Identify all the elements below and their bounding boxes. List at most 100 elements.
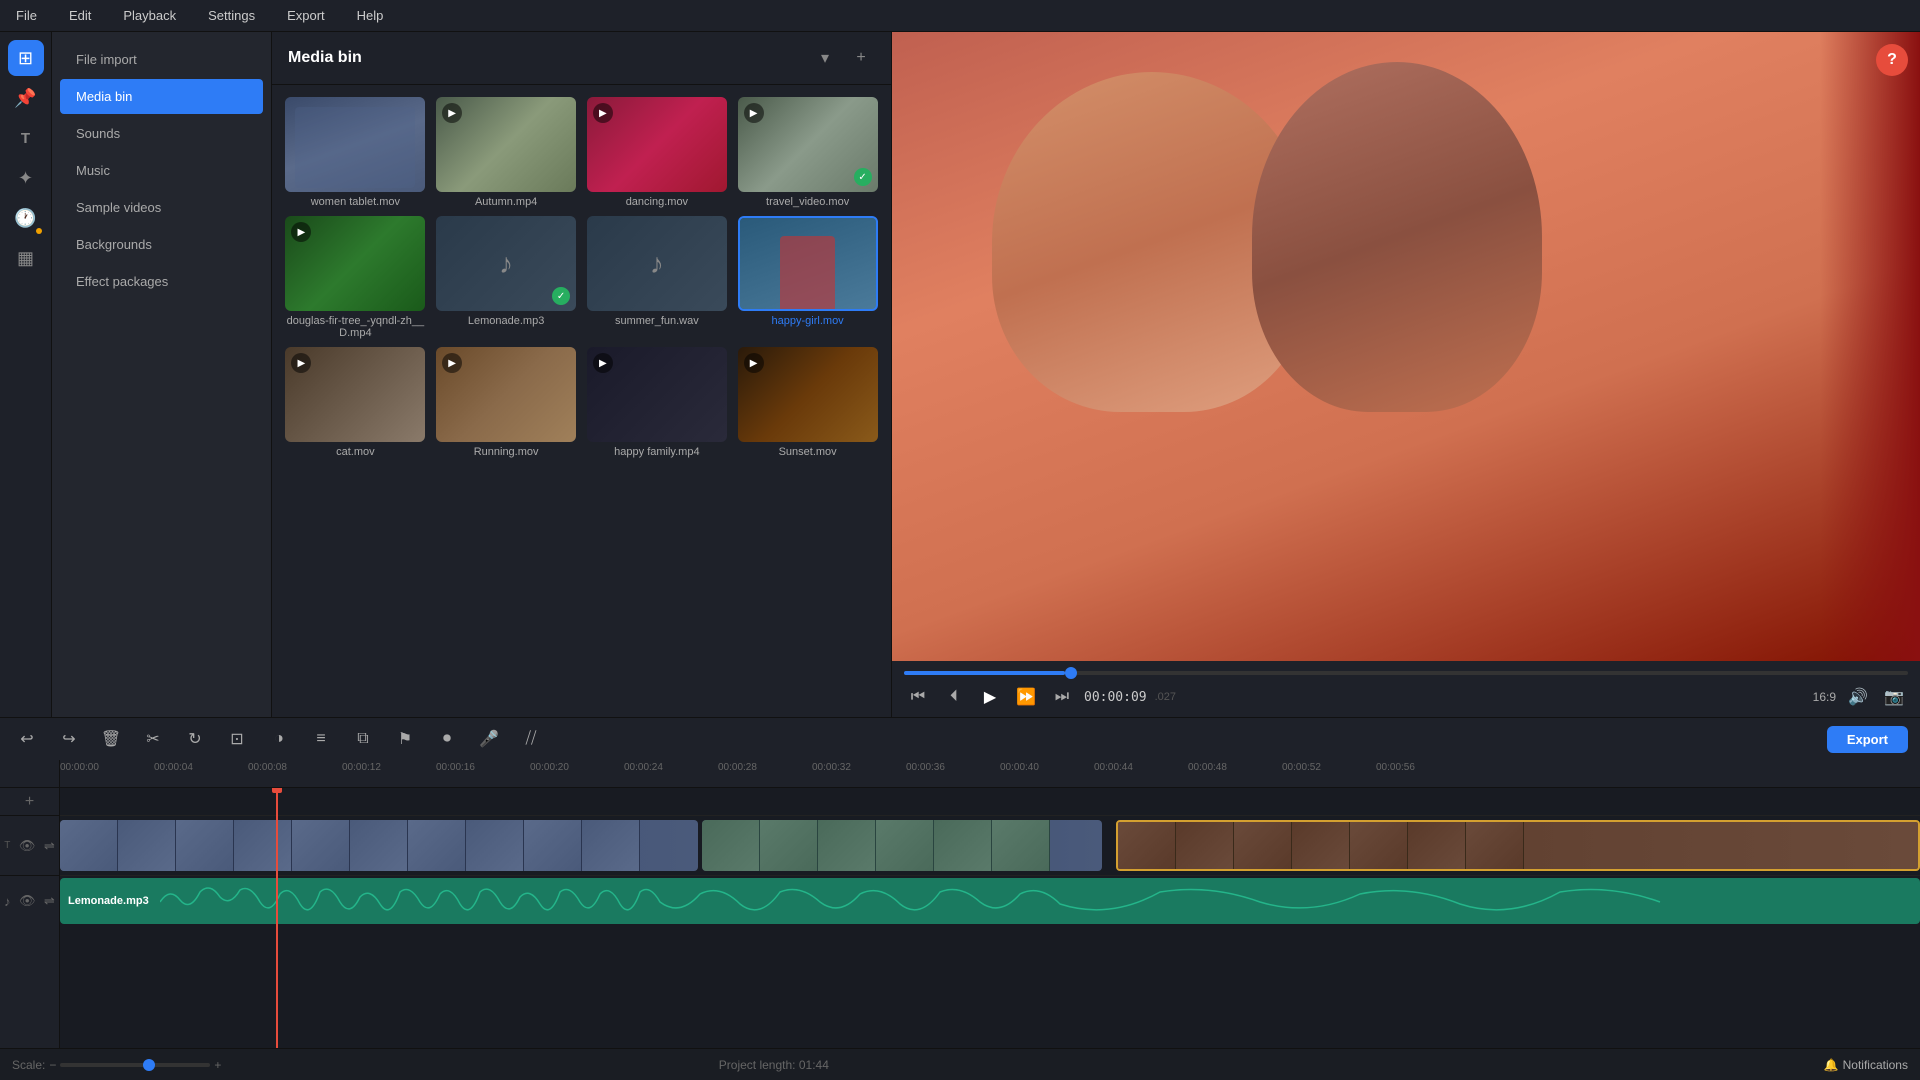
- undo-button[interactable]: ↩: [12, 724, 42, 754]
- mic-button[interactable]: 🎤: [474, 724, 504, 754]
- sidebar-item-file-import[interactable]: File import: [60, 42, 263, 77]
- list-item[interactable]: ▶ Sunset.mov: [736, 347, 879, 458]
- progress-bar[interactable]: [904, 671, 1908, 675]
- scale-plus-icon[interactable]: +: [214, 1058, 221, 1072]
- list-item[interactable]: ▶ ✓ travel_video.mov: [736, 97, 879, 208]
- list-item[interactable]: ▶ ✓ women tablet.mov: [284, 97, 427, 208]
- adjust-button[interactable]: ≡: [306, 724, 336, 754]
- audio-clip[interactable]: Lemonade.mp3: [60, 878, 1920, 924]
- link-audio-icon[interactable]: ⇌: [44, 893, 55, 909]
- play-pause-button[interactable]: ▶: [976, 683, 1004, 711]
- filter-button[interactable]: ▾: [811, 44, 839, 72]
- sidebar-item-sample-videos[interactable]: Sample videos: [60, 190, 263, 225]
- play-icon: ▶: [593, 353, 613, 373]
- notifications-area[interactable]: 🔔 Notifications: [1824, 1058, 1908, 1072]
- export-button[interactable]: Export: [1827, 726, 1908, 753]
- menu-settings[interactable]: Settings: [200, 4, 263, 27]
- crop-button[interactable]: ⊡: [222, 724, 252, 754]
- scale-slider[interactable]: [60, 1063, 210, 1067]
- video-clip-2[interactable]: [702, 820, 1102, 871]
- record-button[interactable]: ⏺: [432, 724, 462, 754]
- scale-thumb[interactable]: [143, 1059, 155, 1071]
- pip-button[interactable]: ⧉: [348, 724, 378, 754]
- ruler-tick: 00:00:32: [812, 762, 906, 787]
- list-item[interactable]: ♪ ✓ Lemonade.mp3: [435, 216, 578, 339]
- video-clip-3[interactable]: [1116, 820, 1920, 871]
- sidebar-item-music[interactable]: Music: [60, 153, 263, 188]
- home-icon-btn[interactable]: ⊞: [8, 40, 44, 76]
- timeline-body: + T 👁 ⇌ ♪ 👁 ⇌: [0, 788, 1920, 1048]
- help-button[interactable]: ?: [1876, 44, 1908, 76]
- media-item-name: Autumn.mp4: [475, 196, 537, 208]
- sidebar-item-backgrounds[interactable]: Backgrounds: [60, 227, 263, 262]
- step-forward-button[interactable]: ⏩: [1012, 683, 1040, 711]
- progress-fill: [904, 671, 1065, 675]
- media-item-name: Lemonade.mp3: [468, 315, 544, 327]
- menu-help[interactable]: Help: [349, 4, 392, 27]
- list-item[interactable]: ▶ happy family.mp4: [586, 347, 729, 458]
- list-item[interactable]: ▶ douglas-fir-tree_-yqndl-zh__D.mp4: [284, 216, 427, 339]
- list-item[interactable]: ▶ Running.mov: [435, 347, 578, 458]
- audio-icon: ♪: [4, 894, 11, 909]
- left-panel: File import Media bin Sounds Music Sampl…: [52, 32, 272, 717]
- ruler-tick: 00:00:40: [1000, 762, 1094, 787]
- list-item[interactable]: ▶ dancing.mov: [586, 97, 729, 208]
- ruler-tick: 00:00:48: [1188, 762, 1282, 787]
- loop-button[interactable]: ↻: [180, 724, 210, 754]
- ruler-tick: 00:00:08: [248, 762, 342, 787]
- sidebar-item-sounds[interactable]: Sounds: [60, 116, 263, 151]
- link-icon[interactable]: ⇌: [44, 838, 55, 854]
- menu-file[interactable]: File: [8, 4, 45, 27]
- volume-icon[interactable]: 🔊: [1844, 683, 1872, 711]
- play-icon: ▶: [442, 353, 462, 373]
- playhead[interactable]: [276, 788, 278, 1048]
- waveform: [160, 882, 1916, 920]
- ruler-tick: 00:00:20: [530, 762, 624, 787]
- video-clip-1[interactable]: [60, 820, 698, 871]
- scale-minus-icon[interactable]: −: [49, 1058, 56, 1072]
- add-track-button[interactable]: +: [25, 793, 34, 811]
- ruler-tick: 00:00:56: [1376, 762, 1470, 787]
- pin-icon-btn[interactable]: 📌: [8, 80, 44, 116]
- sidebar-item-media-bin[interactable]: Media bin: [60, 79, 263, 114]
- menu-edit[interactable]: Edit: [61, 4, 99, 27]
- media-header-actions: ▾ +: [811, 44, 875, 72]
- redo-button[interactable]: ↪: [54, 724, 84, 754]
- list-item[interactable]: ▶ cat.mov: [284, 347, 427, 458]
- cut-button[interactable]: ✂: [138, 724, 168, 754]
- marker-button[interactable]: ⚑: [390, 724, 420, 754]
- list-item[interactable]: ♪ summer_fun.wav: [586, 216, 729, 339]
- control-row: ⏮ ⏴ ▶ ⏩ ⏭ 00:00:09 .027 16:9 🔊 📷: [904, 683, 1908, 711]
- media-item-name: douglas-fir-tree_-yqndl-zh__D.mp4: [285, 315, 425, 339]
- media-item-name: Running.mov: [474, 446, 539, 458]
- menu-export[interactable]: Export: [279, 4, 333, 27]
- music-icon: ♪: [650, 248, 664, 280]
- color-button[interactable]: ◑: [264, 724, 294, 754]
- delete-button[interactable]: 🗑: [96, 724, 126, 754]
- split-button[interactable]: ⧸⧸: [516, 724, 546, 754]
- text-icon-btn[interactable]: T: [8, 120, 44, 156]
- add-media-button[interactable]: +: [847, 44, 875, 72]
- ruler-tick: 00:00:52: [1282, 762, 1376, 787]
- step-back-button[interactable]: ⏴: [940, 683, 968, 711]
- list-item[interactable]: ▶ happy-girl.mov: [736, 216, 879, 339]
- bottom-toolbar: ↩ ↪ 🗑 ✂ ↻ ⊡ ◑ ≡ ⧉ ⚑ ⏺ 🎤 ⧸⧸ Export: [0, 717, 1920, 760]
- preview-video: ?: [892, 32, 1920, 661]
- skip-end-button[interactable]: ⏭: [1048, 683, 1076, 711]
- video-track-label: T: [4, 840, 10, 851]
- progress-thumb[interactable]: [1065, 667, 1077, 679]
- eye-audio-icon[interactable]: 👁: [19, 893, 36, 909]
- media-bin-panel: Media bin ▾ + ▶ ✓: [272, 32, 892, 717]
- eye-icon[interactable]: 👁: [19, 838, 36, 854]
- sidebar-item-effect-packages[interactable]: Effect packages: [60, 264, 263, 299]
- grid-icon-btn[interactable]: ▦: [8, 240, 44, 276]
- media-item-name: cat.mov: [336, 446, 375, 458]
- list-item[interactable]: ▶ Autumn.mp4: [435, 97, 578, 208]
- ruler-tick: 00:00:24: [624, 762, 718, 787]
- aspect-ratio-selector[interactable]: 16:9: [1813, 690, 1836, 704]
- menu-playback[interactable]: Playback: [115, 4, 184, 27]
- screenshot-icon[interactable]: 📷: [1880, 683, 1908, 711]
- effects-icon-btn[interactable]: ✦: [8, 160, 44, 196]
- skip-start-button[interactable]: ⏮: [904, 683, 932, 711]
- clock-icon-btn[interactable]: 🕐: [8, 200, 44, 236]
